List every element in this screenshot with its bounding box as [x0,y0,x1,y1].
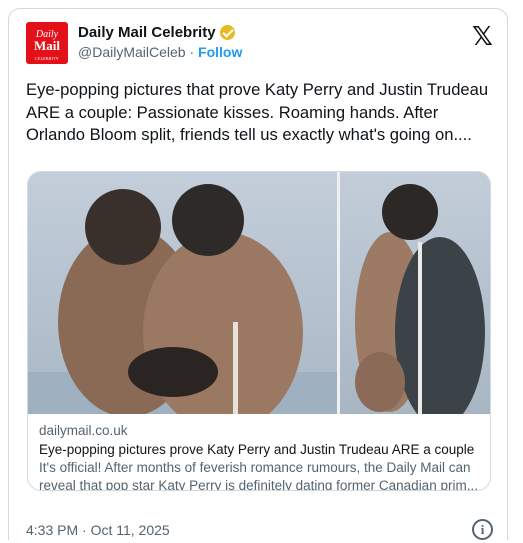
link-description-line2: reveal that pop star Katy Perry is defin… [39,478,478,491]
avatar[interactable]: Daily Mail CELEBRITY [26,22,68,64]
link-domain: dailymail.co.uk [39,423,128,438]
follow-button[interactable]: Follow [198,44,242,60]
link-card[interactable]: dailymail.co.uk Eye-popping pictures pro… [27,171,491,491]
separator-dot: · [189,44,195,60]
account-handle[interactable]: @DailyMailCeleb [78,44,186,60]
tweet-footer: 4:33 PM · Oct 11, 2025 i [26,519,493,543]
avatar-text-celebrity: CELEBRITY [35,56,59,61]
account-names: Daily Mail Celebrity @DailyMailCeleb · F… [78,24,242,60]
link-description: It's official! After months of feverish … [39,459,481,491]
photo-left [28,172,337,414]
display-name-text: Daily Mail Celebrity [78,24,216,41]
tweet-text: Eye-popping pictures that prove Katy Per… [26,80,489,144]
tweet-timestamp[interactable]: 4:33 PM · Oct 11, 2025 [26,522,170,538]
photo-right [340,172,490,414]
info-icon[interactable]: i [472,519,493,540]
link-card-info[interactable]: dailymail.co.uk Eye-popping pictures pro… [28,414,490,491]
photo-right-illustration [355,184,485,414]
account-display-name[interactable]: Daily Mail Celebrity [78,24,242,41]
x-logo-icon[interactable]: 𝕏 [472,24,493,50]
photo-left-illustration [28,184,337,414]
link-title: Eye-popping pictures prove Katy Perry an… [39,442,475,457]
tweet-card: Daily Mail CELEBRITY Daily Mail Celebrit… [8,8,508,540]
account-subline: @DailyMailCeleb · Follow [78,44,242,60]
link-description-line1: It's official! After months of feverish … [39,460,471,475]
tweet-header: Daily Mail CELEBRITY Daily Mail Celebrit… [26,22,493,70]
link-card-image[interactable] [28,172,490,414]
avatar-text-mail: Mail [34,38,60,53]
verified-badge-icon [219,25,235,40]
